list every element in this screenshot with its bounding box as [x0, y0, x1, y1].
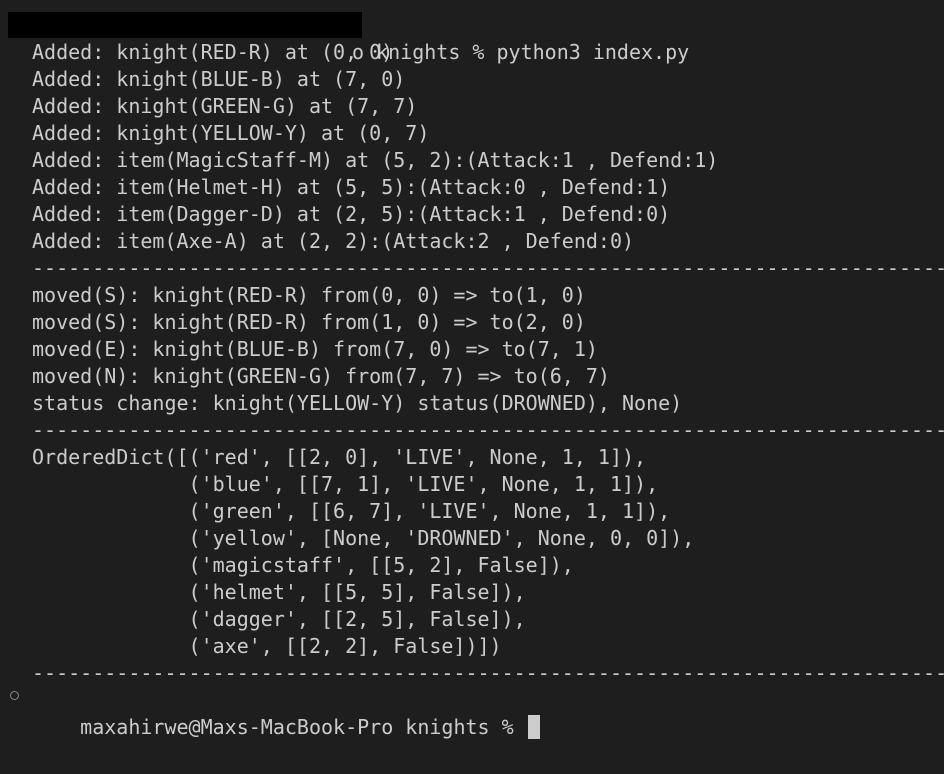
output-line: Added: knight(RED-R) at (0, 0) — [32, 40, 394, 64]
output-line: ('blue', [[7, 1], 'LIVE', None, 1, 1]), — [32, 472, 659, 496]
output-line: moved(S): knight(RED-R) from(0, 0) => to… — [32, 283, 586, 307]
output-line: Added: item(MagicStaff-M) at (5, 2):(Att… — [32, 148, 719, 172]
output-line: Added: knight(YELLOW-Y) at (0, 7) — [32, 121, 430, 145]
output-line: moved(E): knight(BLUE-B) from(7, 0) => t… — [32, 337, 598, 361]
output-line: OrderedDict([('red', [[2, 0], 'LIVE', No… — [32, 445, 647, 469]
output-line: ('magicstaff', [[5, 2], False]), — [32, 553, 574, 577]
output-line: moved(N): knight(GREEN-G) from(7, 7) => … — [32, 364, 610, 388]
command-status-circle-icon[interactable] — [10, 691, 19, 700]
command-text: o knights % python3 index.py — [352, 40, 690, 64]
output-line: Added: knight(GREEN-G) at (7, 7) — [32, 94, 418, 118]
terminal-window[interactable]: o knights % python3 index.py Added: knig… — [0, 0, 944, 774]
output-line: ('green', [[6, 7], 'LIVE', None, 1, 1]), — [32, 499, 671, 523]
output-line: ('dagger', [[2, 5], False]), — [32, 607, 526, 631]
output-line: Added: knight(BLUE-B) at (7, 0) — [32, 67, 406, 91]
separator-line: ----------------------------------------… — [32, 418, 944, 442]
output-line: ('helmet', [[5, 5], False]), — [32, 580, 526, 604]
output-line: Added: item(Dagger-D) at (2, 5):(Attack:… — [32, 202, 671, 226]
cursor — [527, 715, 540, 739]
output-line: status change: knight(YELLOW-Y) status(D… — [32, 391, 683, 415]
output-line: Added: item(Helmet-H) at (5, 5):(Attack:… — [32, 175, 671, 199]
output-line: ('yellow', [None, 'DROWNED', None, 0, 0]… — [32, 526, 695, 550]
separator-line: ----------------------------------------… — [32, 256, 944, 280]
output-line: ('axe', [[2, 2], False])]) — [32, 634, 502, 658]
output-line: Added: item(Axe-A) at (2, 2):(Attack:2 ,… — [32, 229, 635, 253]
separator-line: ----------------------------------------… — [32, 661, 944, 685]
output-line: moved(S): knight(RED-R) from(1, 0) => to… — [32, 310, 586, 334]
prompt-text: maxahirwe@Maxs-MacBook-Pro knights % — [80, 715, 526, 739]
command-line: o knights % python3 index.py — [32, 12, 689, 64]
prompt-line[interactable]: maxahirwe@Maxs-MacBook-Pro knights % — [32, 687, 540, 739]
